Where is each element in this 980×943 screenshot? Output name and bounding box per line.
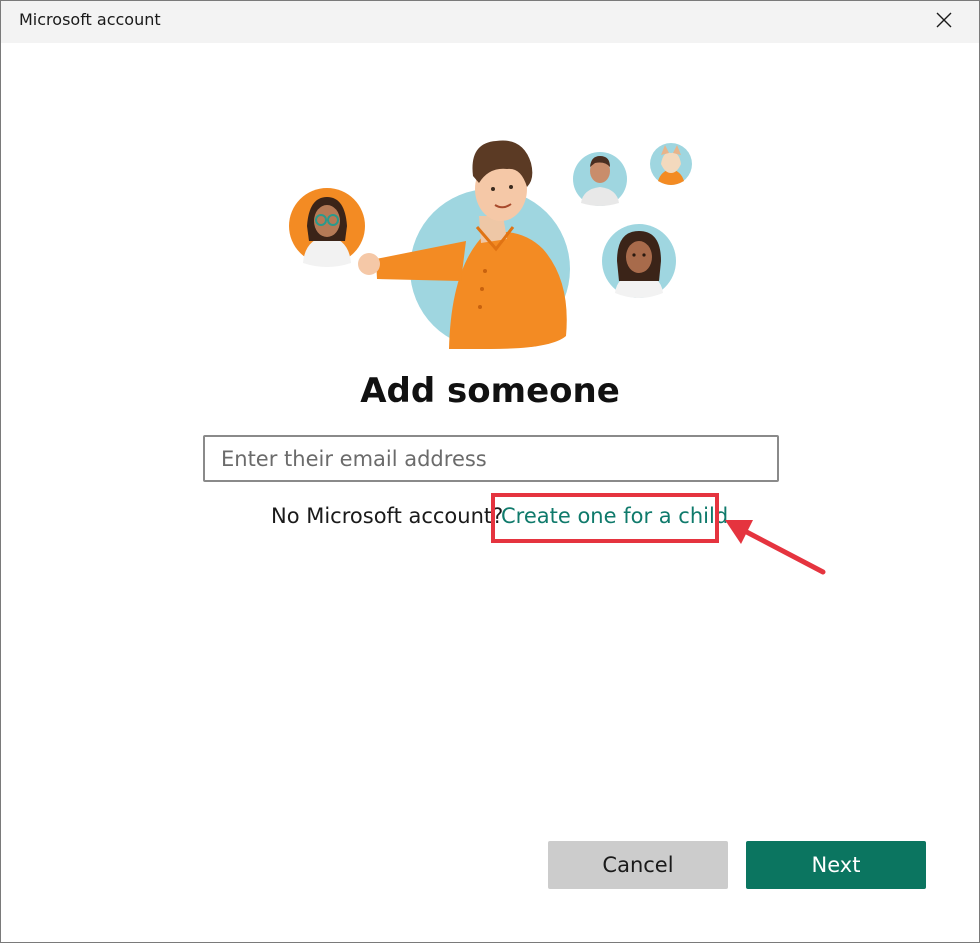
annotation-highlight-box xyxy=(491,493,719,543)
next-button[interactable]: Next xyxy=(746,841,926,889)
annotation-arrow-icon xyxy=(725,520,826,575)
window-title: Microsoft account xyxy=(19,10,161,29)
no-account-text: No Microsoft account? xyxy=(271,504,504,528)
title-bar: Microsoft account xyxy=(1,1,979,43)
email-input[interactable] xyxy=(203,435,779,482)
close-button[interactable] xyxy=(919,1,969,39)
microsoft-account-dialog: Microsoft account Add someone Enter thei… xyxy=(0,0,980,943)
close-icon xyxy=(936,12,952,28)
page-heading: Add someone xyxy=(360,371,620,411)
family-illustration xyxy=(289,140,692,349)
cancel-button[interactable]: Cancel xyxy=(548,841,728,889)
